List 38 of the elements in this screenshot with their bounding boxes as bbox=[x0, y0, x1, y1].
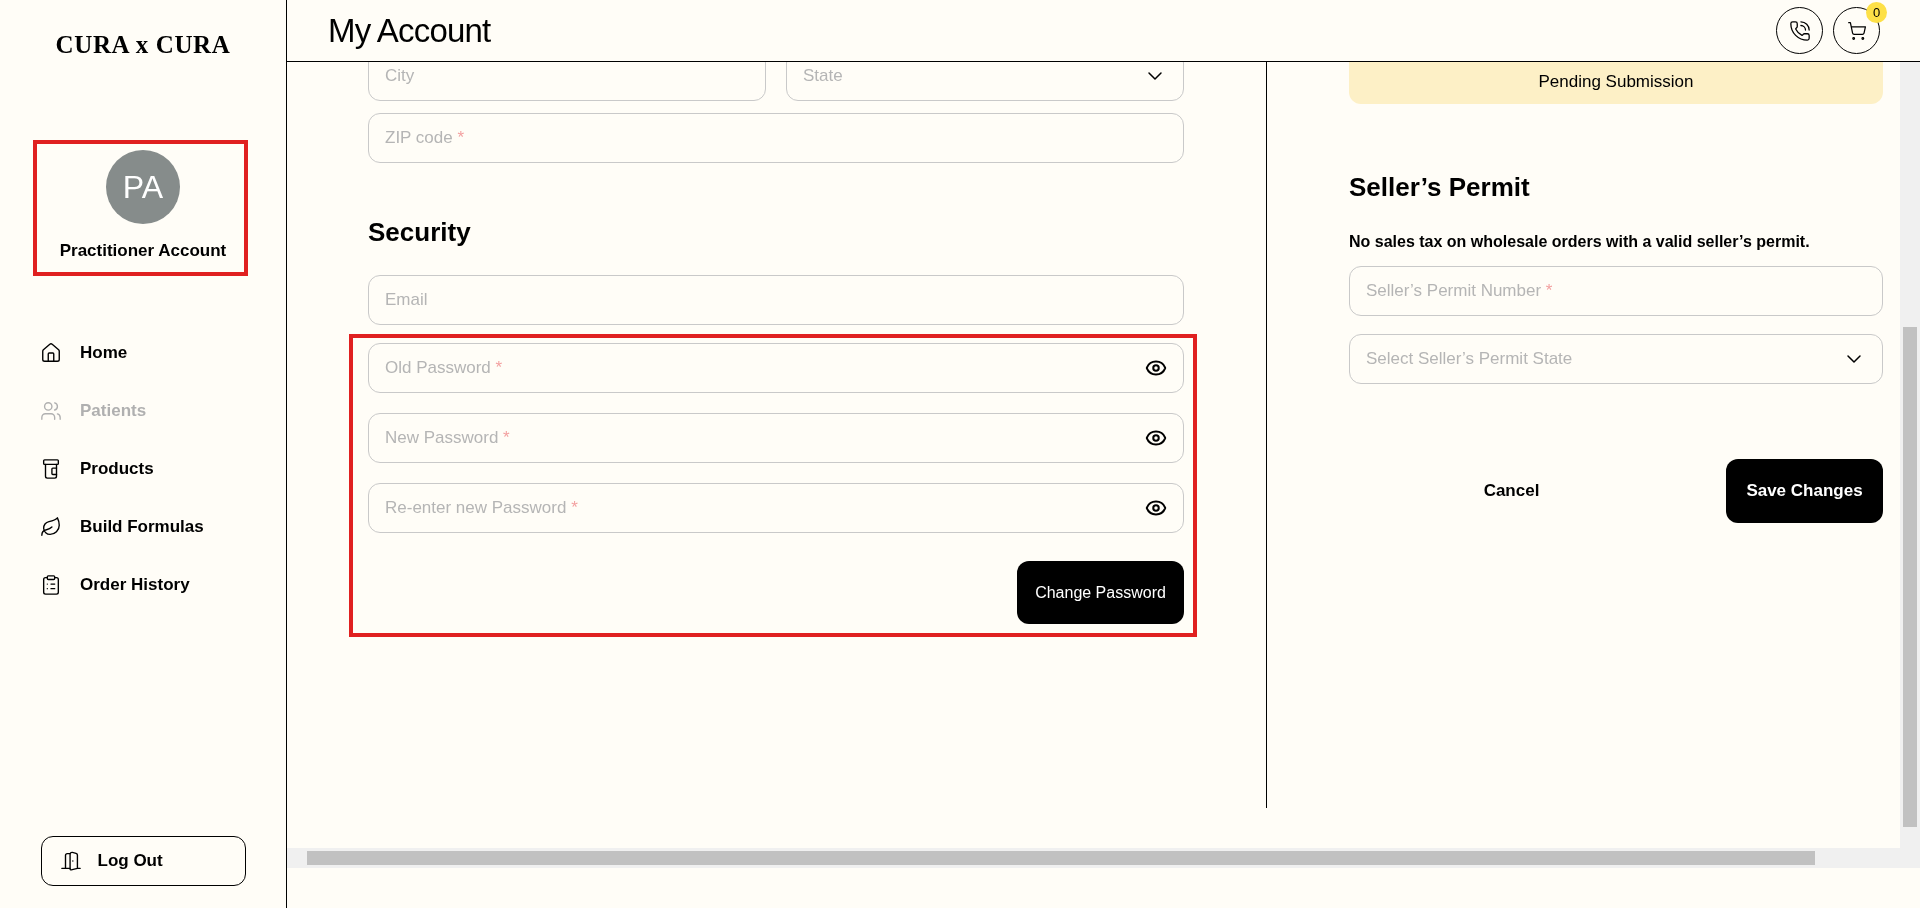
password-field[interactable]: Re-enter new Password * bbox=[368, 483, 1184, 533]
bottle-icon bbox=[40, 458, 62, 480]
cancel-button[interactable]: Cancel bbox=[1459, 471, 1564, 511]
nav-item[interactable]: Products bbox=[40, 449, 286, 489]
door-icon bbox=[59, 850, 82, 872]
home-icon bbox=[40, 342, 62, 364]
scrollbar-thumb[interactable] bbox=[1903, 327, 1917, 827]
zip-field[interactable]: ZIP code * bbox=[368, 113, 1184, 163]
cart-count-badge: 0 bbox=[1866, 2, 1887, 23]
cart-icon bbox=[1846, 20, 1867, 41]
nav-item[interactable]: Home bbox=[40, 333, 286, 373]
logout-button[interactable]: Log Out bbox=[40, 836, 246, 886]
address-field[interactable]: City bbox=[368, 62, 766, 101]
vertical-scrollbar[interactable] bbox=[1900, 62, 1920, 848]
password-field[interactable]: New Password * bbox=[368, 413, 1184, 463]
save-changes-button[interactable]: Save Changes bbox=[1726, 459, 1883, 523]
permit-select[interactable]: Select Seller’s Permit State bbox=[1349, 334, 1883, 384]
brand-logo[interactable]: CURA x CURA bbox=[55, 26, 231, 64]
permit-description: No sales tax on wholesale orders with a valid seller’s permit. bbox=[1349, 232, 1811, 252]
nav-item[interactable]: Build Formulas bbox=[40, 507, 286, 547]
section-heading: Security bbox=[368, 217, 472, 247]
page-title: My Account bbox=[328, 10, 491, 51]
status-banner: Pending Submission bbox=[1349, 62, 1883, 104]
permit-field[interactable]: Seller’s Permit Number * bbox=[1349, 266, 1883, 316]
avatar: PA bbox=[106, 149, 180, 224]
leaf-icon bbox=[40, 516, 62, 538]
horizontal-scrollbar[interactable] bbox=[287, 848, 1920, 868]
account-name: Practitioner Account bbox=[59, 239, 227, 262]
phone-icon bbox=[1788, 19, 1811, 42]
password-field[interactable]: Old Password * bbox=[368, 343, 1184, 393]
section-heading: Seller’s Permit bbox=[1349, 172, 1531, 202]
address-select[interactable]: State bbox=[786, 62, 1184, 101]
clipboard-icon bbox=[40, 574, 62, 596]
email-field[interactable]: Email bbox=[368, 275, 1184, 325]
scrollbar-thumb[interactable] bbox=[307, 851, 1815, 865]
nav-item[interactable]: Order History bbox=[40, 565, 286, 605]
change-password-button[interactable]: Change Password bbox=[1017, 561, 1184, 624]
people-icon bbox=[40, 400, 62, 422]
